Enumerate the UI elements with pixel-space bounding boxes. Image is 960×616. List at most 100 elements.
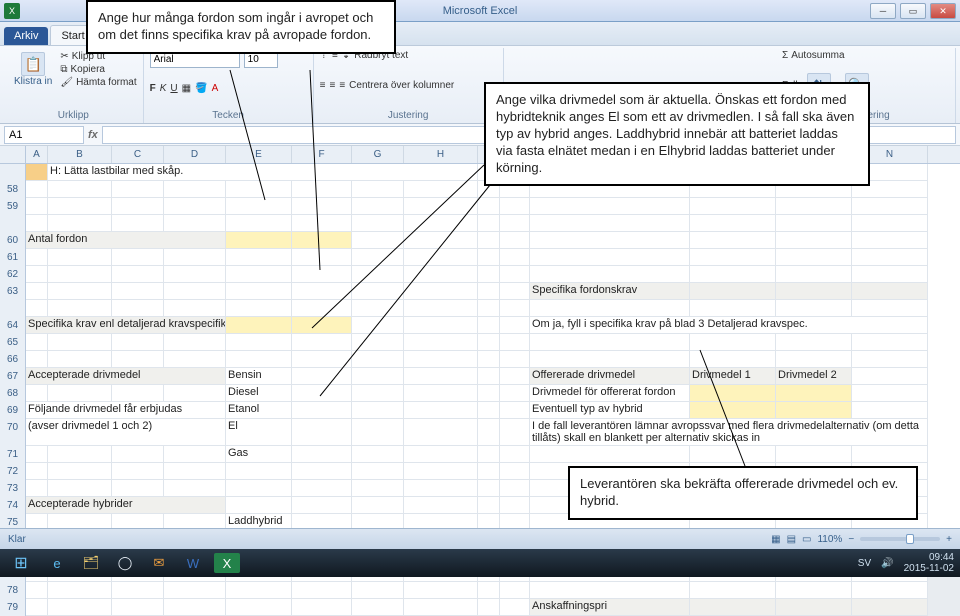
- cell[interactable]: [478, 215, 500, 232]
- cell[interactable]: [292, 334, 352, 351]
- cell[interactable]: [352, 181, 404, 198]
- cell[interactable]: [352, 232, 404, 249]
- cell[interactable]: [690, 334, 776, 351]
- cell[interactable]: [500, 419, 530, 446]
- cell[interactable]: [292, 599, 352, 616]
- cell[interactable]: [48, 266, 112, 283]
- cell[interactable]: [112, 249, 164, 266]
- cell[interactable]: [530, 446, 690, 463]
- cell[interactable]: [478, 480, 500, 497]
- taskbar-chrome-icon[interactable]: ◯: [112, 553, 138, 573]
- cell[interactable]: [478, 266, 500, 283]
- cell[interactable]: Bensin: [226, 368, 292, 385]
- cell[interactable]: [404, 402, 478, 419]
- cell[interactable]: [500, 232, 530, 249]
- cell[interactable]: [530, 198, 690, 215]
- cell[interactable]: [404, 232, 478, 249]
- row-header[interactable]: 59: [0, 198, 26, 215]
- cell[interactable]: [112, 300, 164, 317]
- cell[interactable]: Accepterade drivmedel: [26, 368, 226, 385]
- cell[interactable]: [404, 300, 478, 317]
- col-header[interactable]: G: [352, 146, 404, 163]
- cell[interactable]: [226, 266, 292, 283]
- cell[interactable]: [500, 300, 530, 317]
- cell[interactable]: [352, 368, 404, 385]
- cell[interactable]: Om ja, fyll i specifika krav på blad 3 D…: [530, 317, 928, 334]
- cell[interactable]: [478, 385, 500, 402]
- cell[interactable]: [226, 198, 292, 215]
- taskbar-explorer-icon[interactable]: 🗂: [78, 553, 104, 573]
- cell[interactable]: [226, 582, 292, 599]
- cell[interactable]: [478, 599, 500, 616]
- cell[interactable]: [500, 582, 530, 599]
- cell[interactable]: [530, 300, 690, 317]
- cell[interactable]: [530, 249, 690, 266]
- row-header[interactable]: 68: [0, 385, 26, 402]
- cell[interactable]: [226, 334, 292, 351]
- cell[interactable]: [852, 385, 928, 402]
- cell[interactable]: [530, 334, 690, 351]
- cell[interactable]: [226, 351, 292, 368]
- cell[interactable]: [478, 582, 500, 599]
- cell[interactable]: [164, 385, 226, 402]
- col-header[interactable]: F: [292, 146, 352, 163]
- cell[interactable]: [478, 232, 500, 249]
- taskbar-excel-icon[interactable]: X: [214, 553, 240, 573]
- cell[interactable]: [292, 317, 352, 334]
- cell[interactable]: [352, 402, 404, 419]
- row-header[interactable]: [0, 215, 26, 232]
- cell[interactable]: [352, 317, 404, 334]
- cell[interactable]: [404, 283, 478, 300]
- cell[interactable]: [404, 385, 478, 402]
- cell[interactable]: [500, 402, 530, 419]
- cell[interactable]: [404, 181, 478, 198]
- cell[interactable]: [292, 283, 352, 300]
- cell[interactable]: [164, 599, 226, 616]
- cell[interactable]: [112, 215, 164, 232]
- cell[interactable]: [112, 463, 164, 480]
- col-header[interactable]: D: [164, 146, 226, 163]
- cell[interactable]: [48, 215, 112, 232]
- cell[interactable]: [48, 446, 112, 463]
- cell[interactable]: [478, 249, 500, 266]
- cell[interactable]: [164, 463, 226, 480]
- cell[interactable]: [226, 181, 292, 198]
- cell[interactable]: Drivmedel för offererat fordon: [530, 385, 690, 402]
- row-header[interactable]: [0, 300, 26, 317]
- cell[interactable]: [292, 419, 352, 446]
- tray-sound-icon[interactable]: 🔊: [881, 558, 893, 569]
- cell[interactable]: [404, 446, 478, 463]
- cell[interactable]: [404, 266, 478, 283]
- cell[interactable]: [500, 446, 530, 463]
- row-header[interactable]: 71: [0, 446, 26, 463]
- cell[interactable]: [776, 198, 852, 215]
- cell[interactable]: [404, 582, 478, 599]
- cell[interactable]: [776, 232, 852, 249]
- cell[interactable]: [48, 385, 112, 402]
- cell[interactable]: [226, 463, 292, 480]
- cell[interactable]: [500, 198, 530, 215]
- cell[interactable]: [404, 497, 478, 514]
- row-header[interactable]: 58: [0, 181, 26, 198]
- cell[interactable]: [26, 334, 48, 351]
- cell[interactable]: [26, 266, 48, 283]
- row-header[interactable]: 64: [0, 317, 26, 334]
- cell[interactable]: [26, 480, 48, 497]
- autosum-button[interactable]: Σ Autosumma: [782, 50, 845, 61]
- cell[interactable]: [26, 215, 48, 232]
- cell[interactable]: [500, 249, 530, 266]
- format-painter-button[interactable]: 🖌Hämta format: [60, 77, 136, 88]
- cell[interactable]: [112, 181, 164, 198]
- cell[interactable]: [352, 599, 404, 616]
- cell[interactable]: [292, 582, 352, 599]
- paste-button[interactable]: 📋 Klistra in: [10, 50, 56, 89]
- cell[interactable]: [478, 351, 500, 368]
- cell[interactable]: [48, 599, 112, 616]
- row-header[interactable]: 61: [0, 249, 26, 266]
- cell[interactable]: [404, 351, 478, 368]
- cell[interactable]: [478, 446, 500, 463]
- row-header[interactable]: 69: [0, 402, 26, 419]
- row-header[interactable]: 73: [0, 480, 26, 497]
- cell[interactable]: [776, 215, 852, 232]
- cell[interactable]: [292, 351, 352, 368]
